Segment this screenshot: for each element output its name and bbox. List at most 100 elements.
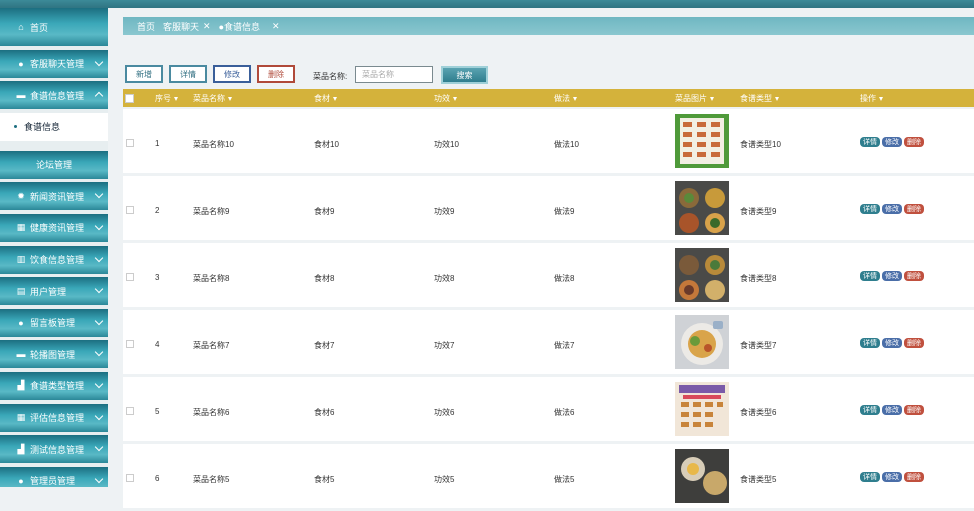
image-icon: ▬ bbox=[16, 349, 26, 360]
column-header-ingredient[interactable]: 食材 bbox=[314, 93, 337, 104]
row-detail-button[interactable]: 详情 bbox=[860, 405, 880, 415]
row-checkbox[interactable] bbox=[126, 474, 134, 482]
column-header-method[interactable]: 做法 bbox=[554, 93, 577, 104]
table-row[interactable]: 3 菜品名称8 食材8 功效8 做法8 食谱类型8 详情 修改 删除 bbox=[123, 243, 974, 307]
dish-image[interactable] bbox=[675, 248, 729, 302]
column-header-label: 菜品图片 bbox=[675, 94, 707, 103]
table-row[interactable]: 4 菜品名称7 食材7 功效7 做法7 食谱类型7 详情 修改 删除 bbox=[123, 310, 974, 374]
cell-type: 食谱类型7 bbox=[740, 341, 777, 350]
dish-image[interactable] bbox=[675, 181, 729, 235]
cell-ingredient: 食材5 bbox=[314, 475, 335, 484]
search-label: 菜品名称: bbox=[313, 72, 348, 81]
sidebar-item-admin[interactable]: ● 管理员管理 bbox=[0, 466, 108, 487]
chevron-down-icon bbox=[94, 442, 104, 452]
detail-button-label: 详情 bbox=[180, 69, 196, 79]
row-delete-button[interactable]: 删除 bbox=[904, 137, 924, 147]
sidebar-item-label: 首页 bbox=[30, 22, 49, 33]
chevron-down-icon bbox=[94, 316, 104, 325]
dish-image[interactable] bbox=[675, 382, 729, 436]
table-row[interactable]: 5 菜品名称6 食材6 功效6 做法6 食谱类型6 详情 修改 删除 bbox=[123, 377, 974, 441]
column-header-label: 食谱类型 bbox=[740, 94, 772, 103]
tab-chat[interactable]: 客服聊天 bbox=[163, 20, 199, 33]
row-detail-button[interactable]: 详情 bbox=[860, 472, 880, 482]
column-header-label: 功效 bbox=[434, 94, 450, 103]
sidebar-item-health[interactable]: ▦ 健康资讯管理 bbox=[0, 213, 108, 242]
sidebar-item-users[interactable]: ▤ 用户管理 bbox=[0, 277, 108, 306]
row-checkbox[interactable] bbox=[126, 340, 134, 348]
detail-button[interactable]: 详情 bbox=[169, 65, 207, 83]
row-edit-button[interactable]: 修改 bbox=[882, 405, 902, 415]
sidebar-item-recipe-type[interactable]: ▟ 食谱类型管理 bbox=[0, 371, 108, 400]
sidebar-item-test[interactable]: ▟ 测试信息管理 bbox=[0, 435, 108, 464]
cell-effect: 功效9 bbox=[434, 207, 455, 216]
row-edit-button[interactable]: 修改 bbox=[882, 204, 902, 214]
add-button[interactable]: 新增 bbox=[125, 65, 163, 83]
close-icon[interactable]: ✕ bbox=[203, 21, 211, 32]
cell-method: 做法10 bbox=[554, 140, 579, 149]
close-icon[interactable]: ✕ bbox=[272, 21, 280, 32]
row-checkbox[interactable] bbox=[126, 407, 134, 415]
delete-button[interactable]: 删除 bbox=[257, 65, 295, 83]
row-delete-button[interactable]: 删除 bbox=[904, 338, 924, 348]
search-input[interactable]: 菜品名称 bbox=[355, 66, 433, 83]
tab-recipe[interactable]: ●食谱信息 bbox=[219, 20, 268, 33]
column-header-ops[interactable]: 操作 bbox=[860, 93, 883, 104]
row-detail-button[interactable]: 详情 bbox=[860, 338, 880, 348]
row-delete-button[interactable]: 删除 bbox=[904, 204, 924, 214]
search-button[interactable]: 搜索 bbox=[441, 66, 488, 84]
row-edit-button[interactable]: 修改 bbox=[882, 338, 902, 348]
chevron-down-icon bbox=[94, 190, 104, 199]
row-checkbox[interactable] bbox=[126, 273, 134, 281]
row-delete-button[interactable]: 删除 bbox=[904, 405, 924, 415]
dish-image[interactable] bbox=[675, 114, 729, 168]
sidebar-item-label: 客服聊天管理 bbox=[30, 59, 85, 70]
sort-icon bbox=[710, 96, 714, 101]
grid-icon: ▦ bbox=[16, 222, 26, 233]
dish-image[interactable] bbox=[675, 449, 729, 503]
sidebar-subitem-recipe-info[interactable]: 食谱信息 bbox=[0, 112, 108, 141]
cell-method: 做法7 bbox=[554, 341, 575, 350]
table-row[interactable]: 6 菜品名称5 食材5 功效5 做法5 食谱类型5 详情 修改 删除 bbox=[123, 444, 974, 508]
column-header-type[interactable]: 食谱类型 bbox=[740, 93, 779, 104]
sidebar-item-diet[interactable]: ▥ 饮食信息管理 bbox=[0, 245, 108, 274]
cell-name: 菜品名称5 bbox=[193, 475, 230, 484]
sidebar-item-home[interactable]: ⌂ 首页 bbox=[0, 8, 108, 46]
sidebar-item-carousel[interactable]: ▬ 轮播图管理 bbox=[0, 340, 108, 369]
column-header-name[interactable]: 菜品名称 bbox=[193, 93, 232, 104]
sidebar-subitem-label: 食谱信息 bbox=[24, 122, 61, 133]
row-edit-button[interactable]: 修改 bbox=[882, 271, 902, 281]
edit-button[interactable]: 修改 bbox=[213, 65, 251, 83]
sidebar-item-forum[interactable]: 论坛管理 bbox=[0, 150, 108, 179]
select-all-checkbox[interactable] bbox=[125, 94, 134, 103]
row-delete-button[interactable]: 删除 bbox=[904, 271, 924, 281]
cell-no: 4 bbox=[155, 340, 160, 349]
row-detail-button[interactable]: 详情 bbox=[860, 137, 880, 147]
table-row[interactable]: 2 菜品名称9 食材9 功效9 做法9 食谱类型9 详情 修改 删除 bbox=[123, 176, 974, 240]
sidebar-item-messages[interactable]: ● 留言板管理 bbox=[0, 308, 108, 337]
sidebar-item-recipe[interactable]: ▬ 食谱信息管理 bbox=[0, 81, 108, 110]
row-delete-button[interactable]: 删除 bbox=[904, 472, 924, 482]
cell-effect: 功效6 bbox=[434, 408, 455, 417]
row-edit-button[interactable]: 修改 bbox=[882, 472, 902, 482]
row-edit-button[interactable]: 修改 bbox=[882, 137, 902, 147]
column-header-no[interactable]: 序号 bbox=[155, 93, 178, 104]
row-checkbox[interactable] bbox=[126, 139, 134, 147]
sidebar-item-assessment[interactable]: ▦ 评估信息管理 bbox=[0, 403, 108, 432]
cell-type: 食谱类型5 bbox=[740, 475, 777, 484]
sort-icon bbox=[228, 96, 232, 101]
dish-image[interactable] bbox=[675, 315, 729, 369]
sidebar: ⌂ 首页 ● 客服聊天管理 ▬ 食谱信息管理 食谱信息 论坛管理 ✹ 新闻资讯管… bbox=[0, 8, 108, 487]
sidebar-item-chat[interactable]: ● 客服聊天管理 bbox=[0, 49, 108, 78]
tab-home[interactable]: 首页 bbox=[137, 20, 155, 33]
user-icon: ● bbox=[18, 475, 24, 486]
row-detail-button[interactable]: 详情 bbox=[860, 204, 880, 214]
sidebar-item-label: 测试信息管理 bbox=[30, 444, 85, 455]
row-checkbox[interactable] bbox=[126, 206, 134, 214]
toolbar: 新增 详情 修改 删除 菜品名称: 菜品名称 搜索 bbox=[123, 35, 974, 84]
row-detail-button[interactable]: 详情 bbox=[860, 271, 880, 281]
sidebar-item-news[interactable]: ✹ 新闻资讯管理 bbox=[0, 182, 108, 211]
table-row[interactable]: 1 菜品名称10 食材10 功效10 做法10 食谱类型10 详情 修改 删除 bbox=[123, 109, 974, 173]
cell-method: 做法6 bbox=[554, 408, 575, 417]
column-header-effect[interactable]: 功效 bbox=[434, 93, 457, 104]
column-header-image[interactable]: 菜品图片 bbox=[675, 93, 714, 104]
